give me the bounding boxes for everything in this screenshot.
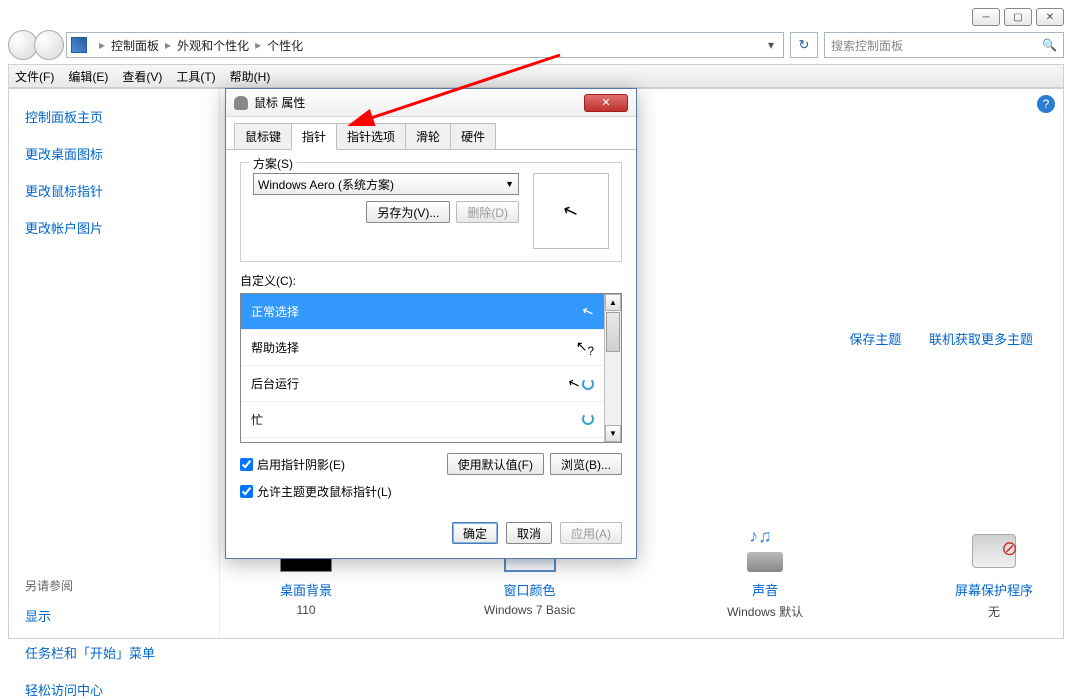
nav-buttons (8, 30, 60, 60)
close-button[interactable]: ✕ (1036, 8, 1064, 26)
window-color-label: 窗口颜色 (484, 580, 575, 599)
breadcrumb-l3[interactable]: 个性化 (267, 37, 303, 54)
delete-button: 删除(D) (456, 201, 519, 223)
cursor-listbox: 正常选择 ↖ 帮助选择 ↖? 后台运行 ↖ 忙 ▲ (240, 293, 622, 443)
control-panel-icon (71, 37, 87, 53)
list-item-background[interactable]: 后台运行 ↖ (241, 366, 604, 402)
sidebar: 控制面板主页 更改桌面图标 更改鼠标指针 更改帐户图片 另请参阅 显示 任务栏和… (9, 89, 219, 638)
sound-sub: Windows 默认 (727, 603, 803, 620)
shadow-checkbox-input[interactable] (240, 458, 253, 471)
list-item-busy[interactable]: 忙 (241, 402, 604, 438)
sound-item[interactable]: 声音 Windows 默认 (727, 530, 803, 620)
scheme-value: Windows Aero (系统方案) (258, 176, 394, 193)
tab-mouse-keys[interactable]: 鼠标键 (234, 123, 292, 149)
scheme-select[interactable]: Windows Aero (系统方案) ▼ (253, 173, 519, 195)
mouse-properties-dialog: 鼠标 属性 ✕ 鼠标键 指针 指针选项 滑轮 硬件 方案(S) Windows … (225, 88, 637, 559)
menu-edit[interactable]: 编辑(E) (68, 68, 108, 85)
cursor-busy-icon (582, 412, 594, 428)
list-item-normal[interactable]: 正常选择 ↖ (241, 294, 604, 330)
minimize-button[interactable]: ─ (972, 8, 1000, 26)
window-color-sub: Windows 7 Basic (484, 603, 575, 617)
menu-view[interactable]: 查看(V) (122, 68, 162, 85)
tab-pointers[interactable]: 指针 (291, 123, 337, 150)
menu-bar: 文件(F) 编辑(E) 查看(V) 工具(T) 帮助(H) (8, 64, 1064, 88)
ok-button[interactable]: 确定 (452, 522, 498, 544)
save-as-button[interactable]: 另存为(V)... (366, 201, 450, 223)
cursor-bg-icon: ↖ (568, 375, 594, 392)
breadcrumb-l2[interactable]: 外观和个性化 (177, 37, 249, 54)
dialog-footer: 确定 取消 应用(A) (226, 512, 636, 558)
sidebar-taskbar[interactable]: 任务栏和「开始」菜单 (25, 643, 203, 662)
address-bar: ▸ 控制面板 ▸ 外观和个性化 ▸ 个性化 ▾ ↻ 搜索控制面板 🔍 (8, 30, 1064, 60)
desktop-bg-sub: 110 (280, 603, 332, 617)
list-item-label: 忙 (251, 411, 263, 428)
listbox-scrollbar[interactable]: ▲ ▼ (604, 294, 621, 442)
tab-hardware[interactable]: 硬件 (450, 123, 496, 149)
forward-button[interactable] (34, 30, 64, 60)
dialog-close-button[interactable]: ✕ (584, 94, 628, 112)
cursor-arrow-icon: ↖ (560, 199, 581, 224)
scheme-fieldset: 方案(S) Windows Aero (系统方案) ▼ 另存为(V)... 删除… (240, 162, 622, 262)
screensaver-item[interactable]: 屏幕保护程序 无 (955, 530, 1033, 620)
sidebar-account-pic[interactable]: 更改帐户图片 (25, 218, 203, 237)
cursor-preview: ↖ (533, 173, 609, 249)
desktop-bg-label: 桌面背景 (280, 580, 332, 599)
apply-button: 应用(A) (560, 522, 622, 544)
maximize-button[interactable]: ▢ (1004, 8, 1032, 26)
save-theme-link[interactable]: 保存主题 (849, 332, 901, 347)
scroll-down-button[interactable]: ▼ (605, 425, 621, 442)
allow-theme-label: 允许主题更改鼠标指针(L) (257, 483, 392, 500)
scroll-thumb[interactable] (606, 312, 620, 352)
shadow-label: 启用指针阴影(E) (257, 456, 345, 473)
cursor-help-icon: ↖? (576, 338, 594, 358)
sidebar-display[interactable]: 显示 (25, 606, 203, 625)
breadcrumb-dropdown-icon[interactable]: ▾ (763, 38, 779, 52)
browse-button[interactable]: 浏览(B)... (550, 453, 622, 475)
theme-links: 保存主题 联机获取更多主题 (825, 329, 1033, 348)
help-icon[interactable]: ? (1037, 95, 1055, 113)
use-default-button[interactable]: 使用默认值(F) (447, 453, 544, 475)
tab-wheel[interactable]: 滑轮 (405, 123, 451, 149)
dialog-titlebar[interactable]: 鼠标 属性 ✕ (226, 89, 636, 117)
cursor-normal-icon: ↖ (580, 302, 597, 322)
scheme-legend: 方案(S) (249, 155, 297, 172)
dialog-tabs: 鼠标键 指针 指针选项 滑轮 硬件 (226, 117, 636, 150)
search-icon[interactable]: 🔍 (1042, 38, 1057, 52)
allow-theme-checkbox[interactable]: 允许主题更改鼠标指针(L) (240, 483, 622, 500)
list-item-label: 帮助选择 (251, 339, 299, 356)
tab-pointer-options[interactable]: 指针选项 (336, 123, 406, 149)
dialog-body: 方案(S) Windows Aero (系统方案) ▼ 另存为(V)... 删除… (226, 150, 636, 512)
list-item-help[interactable]: 帮助选择 ↖? (241, 330, 604, 366)
screensaver-icon (968, 530, 1020, 572)
allow-theme-checkbox-input[interactable] (240, 485, 253, 498)
custom-label: 自定义(C): (240, 272, 622, 289)
search-placeholder: 搜索控制面板 (831, 37, 903, 54)
sidebar-home[interactable]: 控制面板主页 (25, 107, 203, 126)
search-input[interactable]: 搜索控制面板 🔍 (824, 32, 1064, 58)
mouse-icon (234, 96, 248, 110)
sound-label: 声音 (727, 580, 803, 599)
more-themes-link[interactable]: 联机获取更多主题 (929, 332, 1033, 347)
sidebar-also-label: 另请参阅 (25, 577, 203, 594)
screensaver-label: 屏幕保护程序 (955, 580, 1033, 599)
shadow-checkbox[interactable]: 启用指针阴影(E) (240, 456, 345, 473)
sidebar-desktop-icons[interactable]: 更改桌面图标 (25, 144, 203, 163)
dialog-title: 鼠标 属性 (254, 94, 305, 111)
refresh-button[interactable]: ↻ (790, 32, 818, 58)
scroll-up-button[interactable]: ▲ (605, 294, 621, 311)
window-controls: ─ ▢ ✕ (972, 8, 1064, 26)
breadcrumb-root[interactable]: 控制面板 (111, 37, 159, 54)
sidebar-mouse-pointers[interactable]: 更改鼠标指针 (25, 181, 203, 200)
sound-icon (739, 530, 791, 572)
menu-help[interactable]: 帮助(H) (230, 68, 271, 85)
menu-file[interactable]: 文件(F) (15, 68, 54, 85)
dropdown-icon: ▼ (505, 179, 514, 189)
sidebar-ease[interactable]: 轻松访问中心 (25, 680, 203, 699)
list-item-label: 后台运行 (251, 375, 299, 392)
breadcrumb[interactable]: ▸ 控制面板 ▸ 外观和个性化 ▸ 个性化 ▾ (66, 32, 784, 58)
screensaver-sub: 无 (955, 603, 1033, 620)
list-item-label: 正常选择 (251, 303, 299, 320)
cancel-button[interactable]: 取消 (506, 522, 552, 544)
menu-tools[interactable]: 工具(T) (176, 68, 215, 85)
